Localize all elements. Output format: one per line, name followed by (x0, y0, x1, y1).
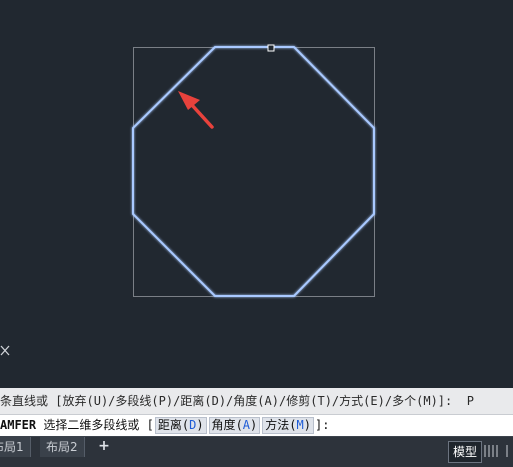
command-prompt: 选择二维多段线或 (43, 418, 140, 432)
cad-window: 条直线或 [放弃(U)/多段线(P)/距离(D)/角度(A)/修剪(T)/方式(… (0, 0, 513, 467)
model-button[interactable]: 模型 (448, 441, 483, 463)
tab-layout1-label: 布局1 (0, 440, 24, 454)
command-history-line: 条直线或 [放弃(U)/多段线(P)/距离(D)/角度(A)/修剪(T)/方式(… (0, 388, 513, 414)
grid-icon[interactable] (482, 441, 500, 461)
layout-tab-bar: 布局1 布局2 + 模型 (0, 436, 513, 467)
tab-layout2-label: 布局2 (46, 440, 78, 454)
bounding-square (133, 47, 375, 297)
command-name: AMFER (0, 418, 37, 432)
tab-layout1[interactable]: 布局1 (0, 437, 31, 457)
history-prefix: 条直线或 (0, 394, 56, 408)
grip-handle[interactable] (267, 44, 275, 52)
option-angle[interactable]: 角度(A) (208, 417, 261, 434)
drawing-canvas[interactable] (0, 0, 513, 383)
add-tab-button[interactable]: + (96, 437, 112, 455)
octagon-polyline[interactable] (132, 46, 375, 297)
close-icon[interactable] (0, 343, 12, 357)
drawing-svg[interactable] (0, 0, 513, 383)
command-input-line[interactable]: AMFER 选择二维多段线或 [距离(D) 角度(A) 方法(M)]: (0, 414, 513, 437)
command-suffix: : (322, 418, 330, 432)
option-distance[interactable]: 距离(D) (154, 417, 207, 434)
red-arrow-icon (178, 91, 214, 129)
tab-layout2[interactable]: 布局2 (40, 437, 85, 457)
history-entered-value: P (466, 394, 474, 408)
separator-icon (506, 445, 508, 457)
option-method[interactable]: 方法(M) (262, 417, 314, 434)
history-options: [放弃(U)/多段线(P)/距离(D)/角度(A)/修剪(T)/方式(E)/多个… (55, 394, 474, 408)
